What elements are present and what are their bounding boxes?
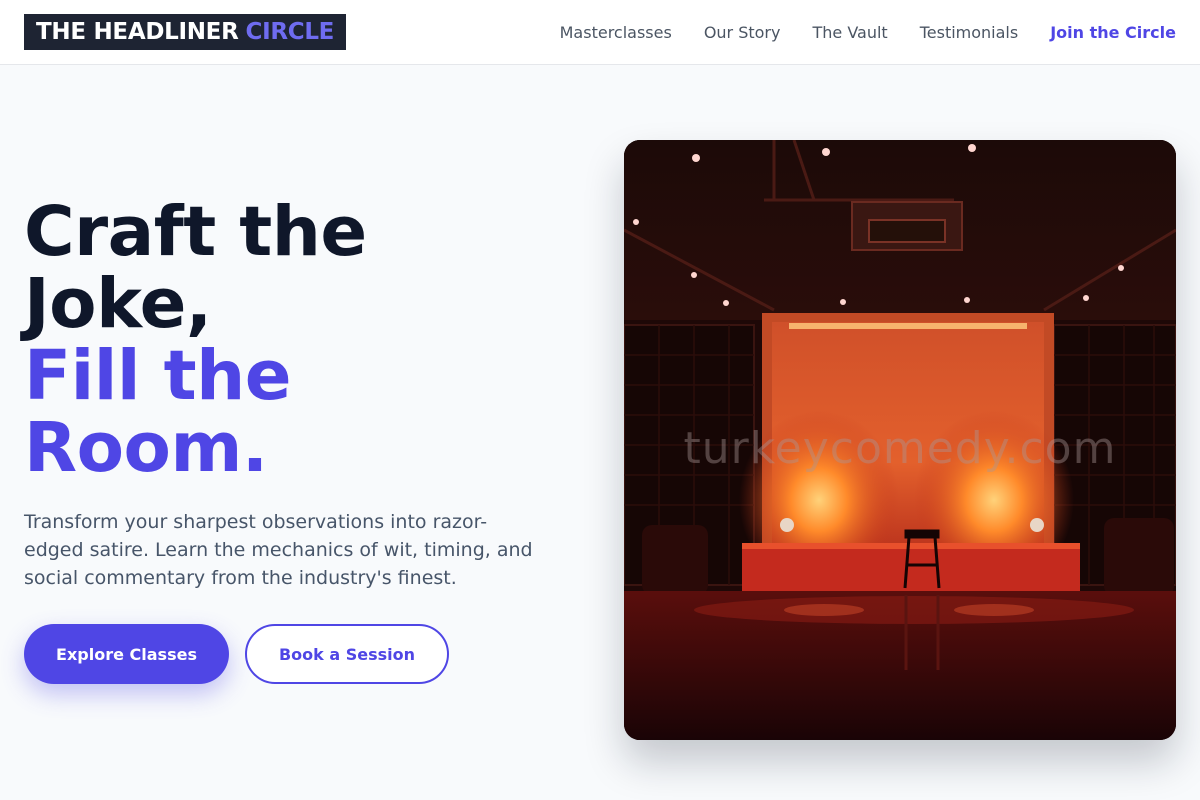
nav-link-masterclasses[interactable]: Masterclasses bbox=[560, 23, 672, 42]
image-watermark: turkeycomedy.com bbox=[683, 423, 1117, 474]
hero-heading-line-1: Craft the bbox=[24, 192, 367, 272]
explore-classes-button[interactable]: Explore Classes bbox=[24, 624, 229, 684]
hero-heading-line-3: Fill the bbox=[24, 336, 292, 416]
nav-link-the-vault[interactable]: The Vault bbox=[812, 23, 887, 42]
hero-heading-line-4: Room. bbox=[24, 408, 268, 488]
hero-stage-image: turkeycomedy.com bbox=[624, 140, 1176, 740]
nav-link-join-the-circle[interactable]: Join the Circle bbox=[1050, 23, 1176, 42]
hero-heading: Craft the Joke, Fill the Room. bbox=[24, 196, 584, 484]
site-header: THE HEADLINER CIRCLE Masterclasses Our S… bbox=[0, 0, 1200, 65]
site-logo[interactable]: THE HEADLINER CIRCLE bbox=[24, 14, 347, 50]
logo-text-accent: CIRCLE bbox=[245, 19, 335, 45]
nav-link-our-story[interactable]: Our Story bbox=[704, 23, 781, 42]
nav-link-testimonials[interactable]: Testimonials bbox=[920, 23, 1019, 42]
hero-description: Transform your sharpest observations int… bbox=[24, 511, 533, 589]
book-session-button[interactable]: Book a Session bbox=[245, 624, 449, 684]
hero-heading-line-2: Joke, bbox=[24, 264, 212, 344]
logo-text-main: THE HEADLINER bbox=[36, 19, 239, 45]
main-nav: Masterclasses Our Story The Vault Testim… bbox=[560, 0, 1176, 64]
